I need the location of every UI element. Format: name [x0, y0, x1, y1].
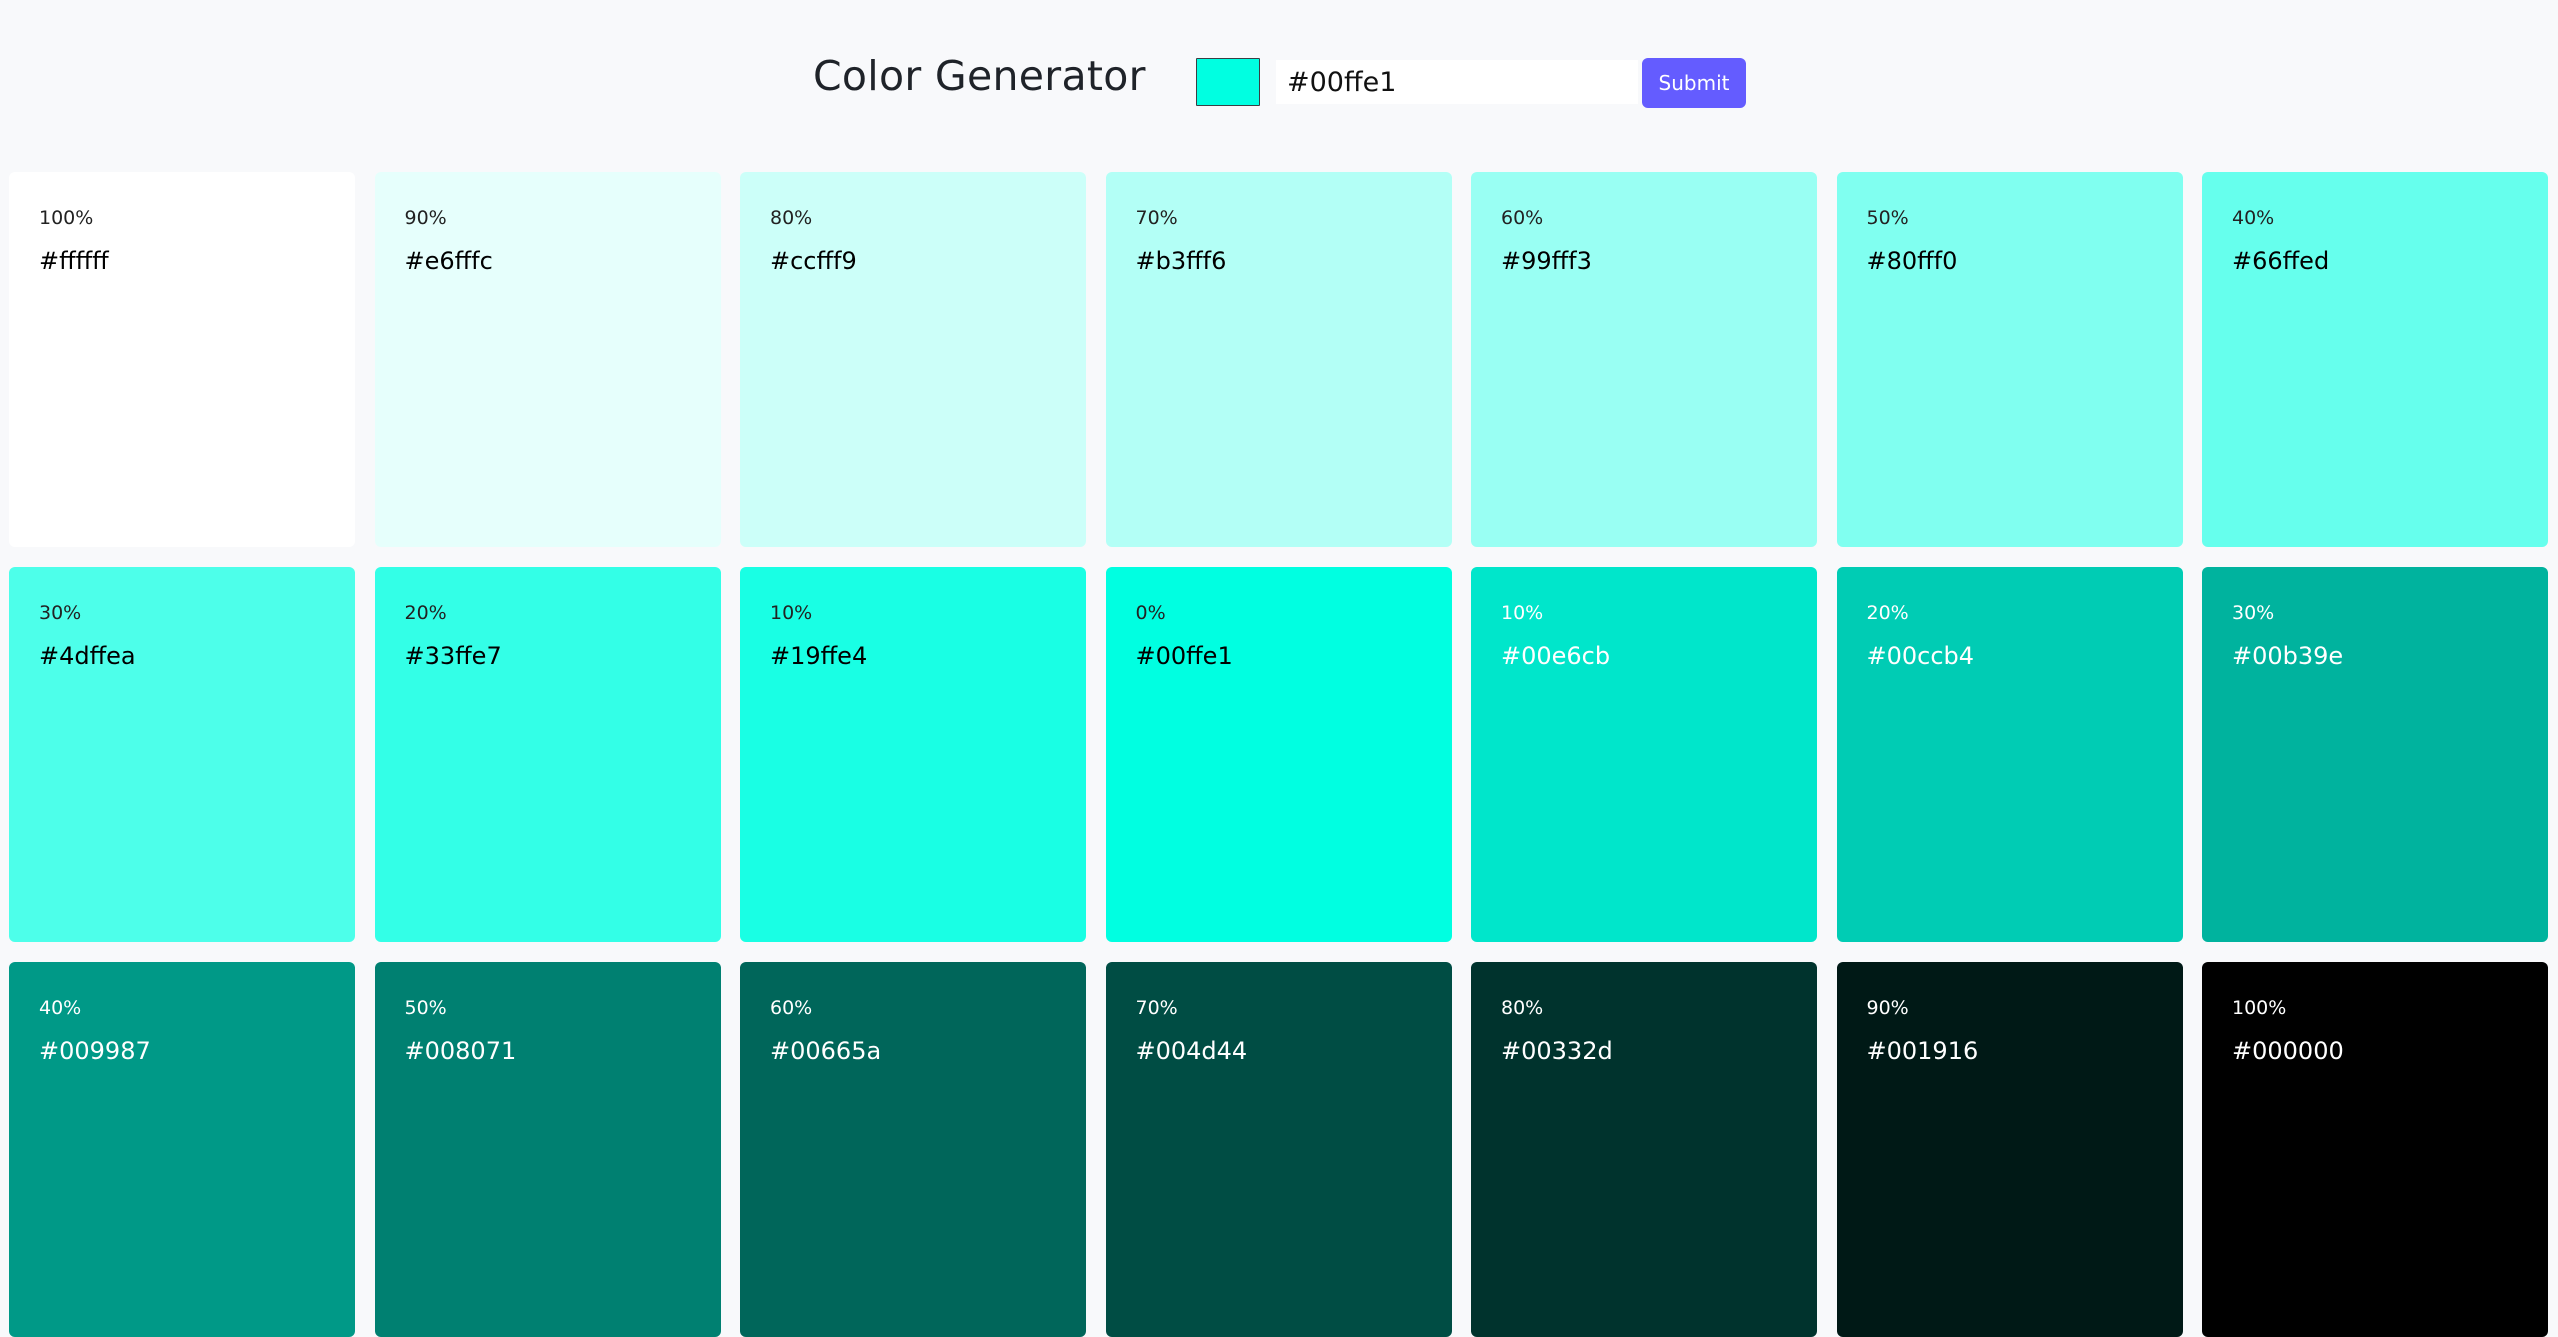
swatch-hex-value: #00e6cb — [1501, 642, 1611, 670]
swatch-hex-value: #00332d — [1501, 1037, 1613, 1065]
color-swatch-card[interactable]: 10% #00e6cb — [1471, 567, 1817, 942]
swatch-hex-value: #00ccb4 — [1866, 642, 1975, 670]
swatch-weight-label: 100% — [2232, 997, 2287, 1019]
swatch-hex-value: #000000 — [2232, 1037, 2344, 1065]
swatch-hex-value: #004d44 — [1135, 1037, 1248, 1065]
swatch-weight-label: 30% — [39, 602, 82, 624]
swatch-weight-label: 50% — [404, 997, 447, 1019]
color-swatch-card[interactable]: 30% #00b39e — [2202, 567, 2548, 942]
swatch-hex-value: #b3fff6 — [1135, 247, 1227, 275]
swatch-weight-label: 70% — [1135, 997, 1178, 1019]
color-swatch-card[interactable]: 100% #ffffff — [9, 172, 355, 547]
color-swatch-card[interactable]: 60% #99fff3 — [1471, 172, 1817, 547]
swatch-weight-label: 40% — [2232, 207, 2275, 229]
color-swatch-card[interactable]: 80% #ccfff9 — [740, 172, 1086, 547]
color-swatch-card[interactable]: 90% #e6fffc — [374, 172, 721, 547]
swatch-hex-value: #00b39e — [2232, 642, 2344, 670]
swatch-weight-label: 0% — [1135, 602, 1166, 624]
swatch-weight-label: 100% — [39, 207, 94, 229]
color-swatch-card[interactable]: 0% #00ffe1 — [1105, 567, 1452, 942]
color-swatch-card[interactable]: 10% #19ffe4 — [740, 567, 1086, 942]
hex-color-input[interactable] — [1276, 60, 1638, 104]
color-swatch-card[interactable]: 100% #000000 — [2202, 962, 2548, 1337]
color-swatch-grid: 100% #ffffff 90% #e6fffc 80% #ccfff9 70% #b3fff… — [9, 172, 2548, 1337]
swatch-hex-value: #66ffed — [2232, 247, 2330, 275]
swatch-weight-label: 90% — [404, 207, 447, 229]
swatch-hex-value: #80fff0 — [1866, 247, 1958, 275]
color-swatch-card[interactable]: 60% #00665a — [740, 962, 1086, 1337]
swatch-hex-value: #99fff3 — [1501, 247, 1592, 275]
color-swatch-card[interactable]: 20% #00ccb4 — [1836, 567, 2183, 942]
swatch-weight-label: 80% — [770, 207, 813, 229]
color-swatch-card[interactable]: 70% #b3fff6 — [1105, 172, 1452, 547]
swatch-hex-value: #ffffff — [39, 247, 109, 275]
color-swatch-card[interactable]: 40% #009987 — [9, 962, 355, 1337]
swatch-hex-value: #33ffe7 — [404, 642, 502, 670]
page-title: Color Generator — [813, 52, 1146, 100]
swatch-hex-value: #ccfff9 — [770, 247, 857, 275]
swatch-hex-value: #00ffe1 — [1135, 642, 1233, 670]
swatch-weight-label: 20% — [1866, 602, 1909, 624]
swatch-weight-label: 70% — [1135, 207, 1178, 229]
swatch-hex-value: #e6fffc — [404, 247, 493, 275]
swatch-weight-label: 30% — [2232, 602, 2275, 624]
swatch-weight-label: 80% — [1501, 997, 1544, 1019]
swatch-hex-value: #009987 — [39, 1037, 151, 1065]
color-swatch-card[interactable]: 70% #004d44 — [1105, 962, 1452, 1337]
submit-button[interactable]: Submit — [1642, 58, 1746, 108]
swatch-weight-label: 20% — [404, 602, 447, 624]
color-swatch-card[interactable]: 30% #4dffea — [9, 567, 355, 942]
swatch-hex-value: #19ffe4 — [770, 642, 868, 670]
swatch-hex-value: #008071 — [404, 1037, 517, 1065]
swatch-weight-label: 60% — [770, 997, 813, 1019]
color-swatch-card[interactable]: 40% #66ffed — [2202, 172, 2548, 547]
swatch-weight-label: 10% — [770, 602, 813, 624]
swatch-weight-label: 50% — [1866, 207, 1909, 229]
swatch-weight-label: 10% — [1501, 602, 1544, 624]
color-picker-swatch[interactable] — [1196, 58, 1260, 106]
swatch-weight-label: 60% — [1501, 207, 1544, 229]
swatch-hex-value: #00665a — [770, 1037, 882, 1065]
swatch-weight-label: 90% — [1866, 997, 1909, 1019]
color-swatch-card[interactable]: 50% #80fff0 — [1836, 172, 2183, 547]
app-header: Color Generator Submit — [0, 0, 2558, 150]
swatch-hex-value: #4dffea — [39, 642, 136, 670]
color-swatch-card[interactable]: 50% #008071 — [374, 962, 721, 1337]
swatch-hex-value: #001916 — [1866, 1037, 1979, 1065]
color-swatch-card[interactable]: 80% #00332d — [1471, 962, 1817, 1337]
color-swatch-card[interactable]: 90% #001916 — [1836, 962, 2183, 1337]
swatch-weight-label: 40% — [39, 997, 82, 1019]
color-swatch-card[interactable]: 20% #33ffe7 — [374, 567, 721, 942]
